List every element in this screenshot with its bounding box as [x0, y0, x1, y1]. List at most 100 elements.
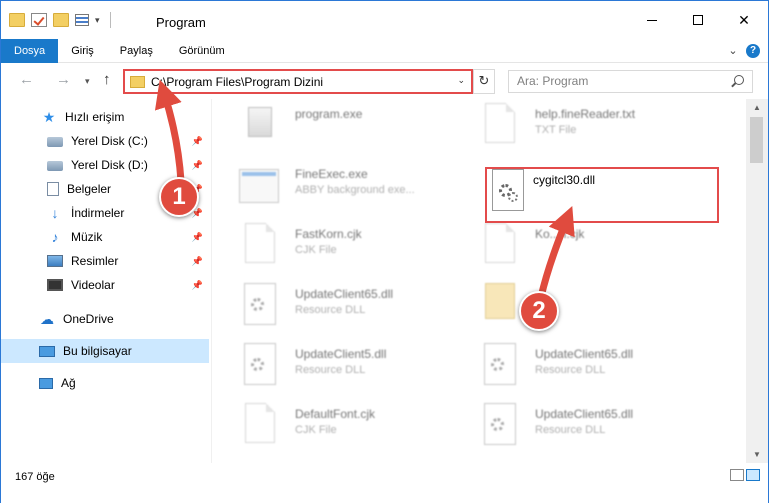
- pin-icon[interactable]: 📌: [192, 232, 203, 243]
- exe-icon: [239, 169, 279, 203]
- sidebar-item-label: Bu bilgisayar: [63, 344, 132, 358]
- recent-locations-icon[interactable]: ▾: [85, 76, 90, 87]
- sidebar-item-label: Yerel Disk (C:): [71, 134, 148, 148]
- tab-dosya[interactable]: Dosya: [1, 39, 59, 63]
- vertical-scrollbar[interactable]: ▲ ▼: [746, 99, 768, 463]
- zip-icon: [485, 283, 515, 319]
- file-tile[interactable]: UpdateClient5.dll Resource DLL: [239, 343, 479, 393]
- computer-icon: [39, 345, 55, 357]
- quick-access-toolbar: ▾: [9, 12, 111, 28]
- maximize-button[interactable]: [675, 1, 721, 39]
- file-tile[interactable]: [479, 283, 719, 333]
- navigation-pane: ★ Hızlı erişim Yerel Disk (C:) 📌 Yerel D…: [1, 99, 212, 463]
- ribbon-expand-icon[interactable]: ⌄: [720, 39, 746, 62]
- file-list: program.exe help.fineReader.txt TXT File…: [213, 99, 745, 463]
- view-options-icon[interactable]: [75, 14, 89, 26]
- scroll-thumb[interactable]: [750, 117, 763, 163]
- pin-icon[interactable]: 📌: [192, 160, 203, 171]
- properties-check-icon[interactable]: [31, 13, 47, 27]
- file-tile[interactable]: UpdateClient65.dll Resource DLL: [479, 343, 719, 393]
- search-input[interactable]: [517, 71, 727, 91]
- document-icon: [245, 403, 275, 443]
- star-icon: ★: [42, 109, 56, 125]
- customize-dropdown-icon[interactable]: ▾: [95, 15, 100, 26]
- pin-icon[interactable]: 📌: [192, 136, 203, 147]
- sidebar-item-pictures[interactable]: Resimler 📌: [1, 249, 209, 273]
- address-bar[interactable]: C:\Program Files\Program Dizini ⌄: [123, 69, 473, 94]
- file-tile[interactable]: FastKorn.cjk CJK File: [239, 223, 479, 273]
- sidebar-item-label: Belgeler: [67, 182, 112, 196]
- sidebar-item-network[interactable]: Ağ: [1, 371, 209, 395]
- sidebar-item-videos[interactable]: Videolar 📌: [1, 273, 209, 297]
- sidebar-item-label: Hızlı erişim: [65, 110, 125, 124]
- title-separator: [109, 12, 111, 28]
- file-tile[interactable]: FineExec.exe ABBY background exe...: [239, 163, 479, 213]
- file-tile[interactable]: UpdateClient65.dll Resource DLL: [479, 403, 719, 453]
- file-tile[interactable]: help.fineReader.txt TXT File: [479, 103, 719, 153]
- dll-gear-icon: [244, 343, 276, 385]
- file-type: CJK File: [295, 244, 337, 256]
- document-icon: [485, 103, 515, 143]
- file-type: CJK File: [295, 424, 337, 436]
- close-button[interactable]: ✕: [721, 1, 767, 39]
- maximize-icon: [693, 15, 703, 25]
- sidebar-item-local-disk-d[interactable]: Yerel Disk (D:) 📌: [1, 153, 209, 177]
- ribbon-tabs: Dosya Giriş Paylaş Görünüm ⌄ ?: [1, 39, 768, 63]
- minimize-button[interactable]: [629, 1, 675, 39]
- file-name: UpdateClient65.dll: [295, 287, 394, 301]
- file-name: help.fineReader.txt: [535, 107, 636, 121]
- search-box[interactable]: [508, 70, 753, 93]
- details-view-icon[interactable]: [730, 469, 744, 481]
- item-count: 167 öğe: [15, 471, 55, 483]
- scroll-down-icon[interactable]: ▼: [746, 446, 768, 463]
- disk-icon: [47, 137, 63, 147]
- sidebar-item-local-disk-c[interactable]: Yerel Disk (C:) 📌: [1, 129, 209, 153]
- help-icon[interactable]: ?: [746, 44, 760, 58]
- disk-icon: [47, 161, 63, 171]
- refresh-button[interactable]: ↻: [473, 69, 495, 94]
- sidebar-item-label: Videolar: [71, 278, 115, 292]
- pin-icon[interactable]: 📌: [192, 280, 203, 291]
- app-icon: [248, 107, 272, 137]
- sidebar-item-onedrive[interactable]: ☁ OneDrive: [1, 307, 209, 331]
- file-name: UpdateClient5.dll: [295, 347, 387, 361]
- video-icon: [47, 279, 63, 291]
- step-badge-2: 2: [519, 291, 559, 331]
- highlight-box: [485, 167, 719, 223]
- file-name: FastKorn.cjk: [295, 227, 362, 241]
- sidebar-item-label: Yerel Disk (D:): [71, 158, 148, 172]
- address-path[interactable]: C:\Program Files\Program Dizini: [151, 75, 323, 89]
- network-icon: [39, 377, 53, 389]
- sidebar-item-quick-access[interactable]: ★ Hızlı erişim: [1, 105, 209, 129]
- back-arrow-icon[interactable]: ←: [19, 71, 34, 88]
- dll-gear-icon: [244, 283, 276, 325]
- file-tile[interactable]: DefaultFont.cjk CJK File: [239, 403, 479, 453]
- new-folder-icon[interactable]: [53, 13, 69, 27]
- view-switcher: [730, 469, 760, 481]
- pictures-icon: [47, 255, 63, 267]
- tiles-view-icon[interactable]: [746, 469, 760, 481]
- sidebar-item-label: Resimler: [71, 254, 119, 268]
- address-dropdown-icon[interactable]: ⌄: [457, 75, 465, 86]
- sidebar-item-music[interactable]: ♪ Müzik 📌: [1, 225, 209, 249]
- tab-gorunum[interactable]: Görünüm: [166, 39, 238, 63]
- forward-arrow-icon[interactable]: →: [56, 71, 71, 88]
- file-name: FineExec.exe: [295, 167, 368, 181]
- file-tile[interactable]: UpdateClient65.dll Resource DLL: [239, 283, 479, 333]
- tab-giris[interactable]: Giriş: [58, 39, 107, 63]
- file-type: Resource DLL: [535, 424, 606, 436]
- documents-icon: [47, 182, 59, 196]
- pin-icon[interactable]: 📌: [192, 256, 203, 267]
- tab-paylas[interactable]: Paylaş: [107, 39, 166, 63]
- file-name: DefaultFont.cjk: [295, 407, 376, 421]
- file-type: Resource DLL: [535, 364, 606, 376]
- sidebar-item-this-pc[interactable]: Bu bilgisayar: [1, 339, 209, 363]
- file-tile[interactable]: Ko...n.cjk: [479, 223, 719, 273]
- file-name: UpdateClient65.dll: [535, 347, 634, 361]
- folder-icon[interactable]: [9, 13, 25, 27]
- scroll-up-icon[interactable]: ▲: [746, 99, 768, 116]
- search-icon[interactable]: [734, 75, 744, 85]
- file-type: Resource DLL: [295, 364, 366, 376]
- file-tile[interactable]: program.exe: [239, 103, 479, 153]
- up-arrow-icon[interactable]: ↑: [103, 71, 111, 88]
